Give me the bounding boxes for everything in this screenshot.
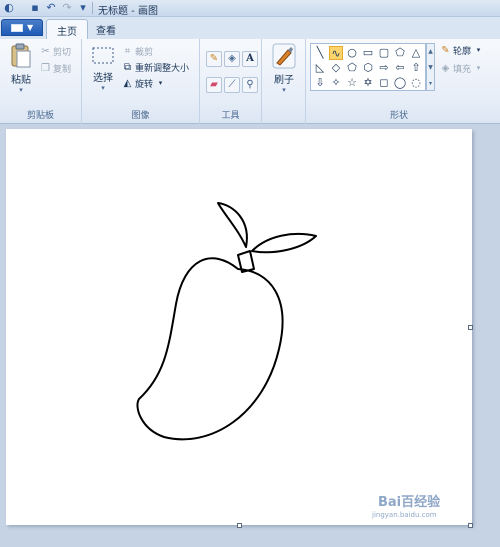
- expand-gallery-icon[interactable]: ▾: [427, 76, 434, 92]
- titlebar-separator: [92, 2, 93, 14]
- select-button[interactable]: 选择 ▾: [88, 45, 118, 92]
- text-icon[interactable]: A: [242, 51, 258, 67]
- right-triangle-shape-icon[interactable]: ◺: [313, 61, 327, 75]
- brush-icon: [272, 43, 296, 69]
- rotate-label: 旋转: [135, 80, 154, 90]
- image-group: 选择 ▾ ⌗ 裁剪 ⧉ 重新调整大小 ◭ 旋转 ▾ 图像: [82, 39, 200, 124]
- title-bar: ◐ ▪ ↶ ↷ ▾ 无标题 - 画图: [0, 0, 500, 17]
- fill-button[interactable]: ◈ 填充 ▾: [440, 62, 484, 75]
- canvas-workspace: Bai百经验 jingyan.baidu.com: [0, 125, 500, 547]
- four-point-star-shape-icon[interactable]: ✧: [329, 76, 343, 90]
- brushes-group: 刷子 ▾: [262, 39, 306, 124]
- resize-icon: ⧉: [123, 62, 132, 73]
- tools-group: ✎ ◈ A ▰ ⟋ ⚲ 工具: [200, 39, 262, 124]
- chevron-down-icon: ▾: [282, 86, 286, 94]
- resize-button[interactable]: ⧉ 重新调整大小: [122, 61, 189, 74]
- pencil-icon[interactable]: ✎: [206, 51, 222, 67]
- outline-label: 轮廓: [453, 47, 472, 57]
- scroll-down-icon[interactable]: ▼: [427, 60, 434, 76]
- chevron-down-icon: ▼: [27, 23, 34, 32]
- clipboard-group-label: 剪贴板: [26, 111, 54, 121]
- right-arrow-shape-icon[interactable]: ⇨: [377, 61, 391, 75]
- cut-label: 剪切: [53, 48, 72, 58]
- rotate-button[interactable]: ◭ 旋转 ▾: [122, 77, 166, 90]
- hexagon-shape-icon[interactable]: ⬡: [361, 61, 375, 75]
- canvas-resize-handle-right[interactable]: [468, 325, 473, 330]
- outline-button[interactable]: ✎ 轮廓 ▾: [440, 44, 484, 57]
- shapes-group-label: 形状: [389, 111, 408, 121]
- diamond-shape-icon[interactable]: ◇: [329, 61, 343, 75]
- down-arrow-shape-icon[interactable]: ⇩: [313, 76, 327, 90]
- image-group-label: 图像: [131, 111, 150, 121]
- magnifier-icon[interactable]: ⚲: [242, 77, 258, 93]
- mango-drawing: [136, 202, 317, 441]
- shapes-gallery-scrollbar[interactable]: ▲ ▼ ▾: [426, 43, 435, 91]
- crop-button[interactable]: ⌗ 裁剪: [122, 45, 153, 58]
- oval-shape-icon[interactable]: ○: [345, 46, 359, 60]
- paste-label: 粘贴: [11, 75, 31, 86]
- copy-label: 复制: [53, 65, 72, 75]
- chevron-down-icon: ▾: [101, 84, 105, 92]
- curve-shape-icon[interactable]: ∿: [329, 46, 343, 60]
- copy-icon: ❐: [41, 63, 50, 74]
- pentagon-shape-icon[interactable]: ⬠: [345, 61, 359, 75]
- canvas-resize-handle-bottom[interactable]: [237, 523, 242, 528]
- up-arrow-shape-icon[interactable]: ⇧: [409, 61, 423, 75]
- resize-label: 重新调整大小: [135, 64, 190, 74]
- file-menu-button[interactable]: ▼: [1, 19, 43, 36]
- chevron-down-icon: ▾: [158, 79, 163, 87]
- chevron-down-icon: ▾: [476, 46, 481, 54]
- color-picker-icon[interactable]: ⟋: [224, 77, 240, 93]
- selection-rectangle-icon: [91, 45, 115, 67]
- save-icon[interactable]: ▪: [28, 1, 42, 15]
- triangle-shape-icon[interactable]: △: [409, 46, 423, 60]
- five-point-star-shape-icon[interactable]: ☆: [345, 76, 359, 90]
- canvas-resize-handle-corner[interactable]: [468, 523, 473, 528]
- chevron-down-icon: ▾: [19, 86, 23, 94]
- oval-callout-shape-icon[interactable]: ◯: [393, 76, 407, 90]
- fill-icon: ◈: [441, 63, 450, 74]
- rotate-icon: ◭: [123, 78, 132, 89]
- undo-icon[interactable]: ↶: [44, 1, 58, 15]
- watermark-logo: Bai百经验: [378, 495, 441, 510]
- clipboard-group: 粘贴 ▾ ✂ 剪切 ❐ 复制 剪贴板: [0, 39, 82, 124]
- paste-icon: [9, 43, 33, 69]
- drawing-canvas[interactable]: [6, 129, 473, 528]
- scroll-up-icon[interactable]: ▲: [427, 44, 434, 60]
- shapes-gallery: ╲ ∿ ○ ▭ ▢ ⬠ △ ◺ ◇ ⬠ ⬡ ⇨ ⇦ ⇧ ⇩ ✧ ☆ ✡ ◻ ◯ …: [310, 43, 426, 91]
- paint-app-icon[interactable]: ◐: [2, 1, 16, 15]
- crop-icon: ⌗: [124, 46, 131, 57]
- left-arrow-shape-icon[interactable]: ⇦: [393, 61, 407, 75]
- eraser-icon[interactable]: ▰: [206, 77, 222, 93]
- brushes-label: 刷子: [274, 75, 294, 86]
- copy-button[interactable]: ❐ 复制: [40, 62, 71, 75]
- line-shape-icon[interactable]: ╲: [313, 46, 327, 60]
- watermark-url: jingyan.baidu.com: [372, 511, 437, 519]
- six-point-star-shape-icon[interactable]: ✡: [361, 76, 375, 90]
- rect-callout-shape-icon[interactable]: ◻: [377, 76, 391, 90]
- select-label: 选择: [93, 73, 113, 84]
- file-menu-icon: [11, 24, 23, 32]
- rounded-rectangle-shape-icon[interactable]: ▢: [377, 46, 391, 60]
- cloud-callout-shape-icon[interactable]: ◌: [409, 76, 423, 90]
- tools-group-label: 工具: [221, 111, 240, 121]
- ribbon-tabs: ▼ 主页 查看: [0, 17, 500, 39]
- customize-dropdown-icon[interactable]: ▾: [76, 1, 90, 15]
- scissors-icon: ✂: [41, 46, 50, 57]
- crop-label: 裁剪: [135, 48, 154, 58]
- redo-icon[interactable]: ↷: [60, 1, 74, 15]
- fill-label: 填充: [453, 65, 472, 75]
- window-title: 无标题 - 画图: [98, 6, 158, 17]
- cut-button[interactable]: ✂ 剪切: [40, 45, 71, 58]
- tab-home[interactable]: 主页: [46, 19, 88, 39]
- outline-icon: ✎: [441, 45, 450, 56]
- polygon-shape-icon[interactable]: ⬠: [393, 46, 407, 60]
- rectangle-shape-icon[interactable]: ▭: [361, 46, 375, 60]
- chevron-down-icon: ▾: [476, 64, 481, 72]
- ribbon: 粘贴 ▾ ✂ 剪切 ❐ 复制 剪贴板 选择 ▾ ⌗ 裁剪 ⧉ 重新调整大小 ◭ …: [0, 39, 500, 124]
- brushes-button[interactable]: 刷子 ▾: [268, 43, 300, 94]
- tab-view[interactable]: 查看: [86, 19, 126, 39]
- paste-button[interactable]: 粘贴 ▾: [6, 43, 36, 94]
- fill-bucket-icon[interactable]: ◈: [224, 51, 240, 67]
